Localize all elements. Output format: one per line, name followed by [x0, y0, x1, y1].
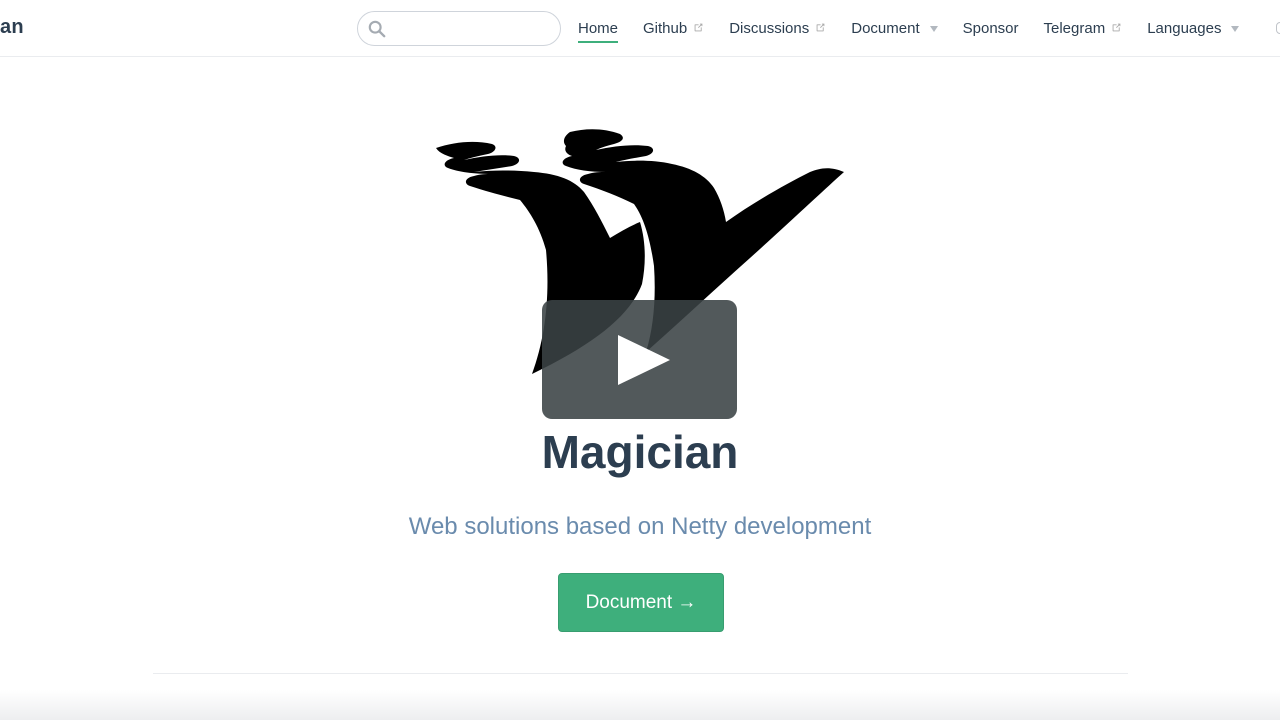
nav-item-document[interactable]: Document	[851, 0, 938, 57]
nav-item-home[interactable]: Home	[578, 0, 619, 57]
nav-label: Document	[851, 20, 920, 37]
partial-edge-icon	[1276, 22, 1280, 34]
hero-description: Web solutions based on Netty development	[408, 513, 872, 540]
nav-label: Languages	[1147, 20, 1222, 37]
document-action-button[interactable]: Document →	[558, 573, 724, 632]
nav-label: Sponsor	[962, 20, 1019, 37]
hero-title: Magician	[541, 426, 739, 478]
bottom-fade	[0, 690, 1280, 720]
external-link-icon	[1112, 23, 1121, 32]
nav-item-github[interactable]: Github	[643, 0, 704, 57]
search-box[interactable]	[357, 11, 561, 46]
nav-item-telegram[interactable]: Telegram	[1044, 0, 1123, 57]
nav-item-sponsor[interactable]: Sponsor	[963, 0, 1019, 57]
external-link-icon	[694, 23, 703, 32]
nav-label: Discussions	[729, 20, 810, 37]
nav-links: Home Github Discussions Document Sponsor…	[578, 0, 1264, 57]
caret-down-icon	[1231, 25, 1240, 32]
search-icon	[368, 20, 386, 38]
nav-label: Github	[643, 20, 688, 37]
nav-label: Telegram	[1043, 20, 1106, 37]
nav-item-discussions[interactable]: Discussions	[729, 0, 826, 57]
caret-down-icon	[929, 25, 938, 32]
hero-divider	[153, 673, 1128, 674]
nav-label: Home	[578, 20, 619, 43]
search-input[interactable]	[392, 16, 552, 42]
video-play-overlay[interactable]	[542, 300, 737, 419]
nav-item-languages[interactable]: Languages	[1147, 0, 1240, 57]
navbar: an Home Github Discussions Document Spon…	[0, 0, 1280, 57]
play-icon	[618, 335, 670, 385]
external-link-icon	[816, 23, 825, 32]
site-name[interactable]: an	[0, 16, 24, 39]
